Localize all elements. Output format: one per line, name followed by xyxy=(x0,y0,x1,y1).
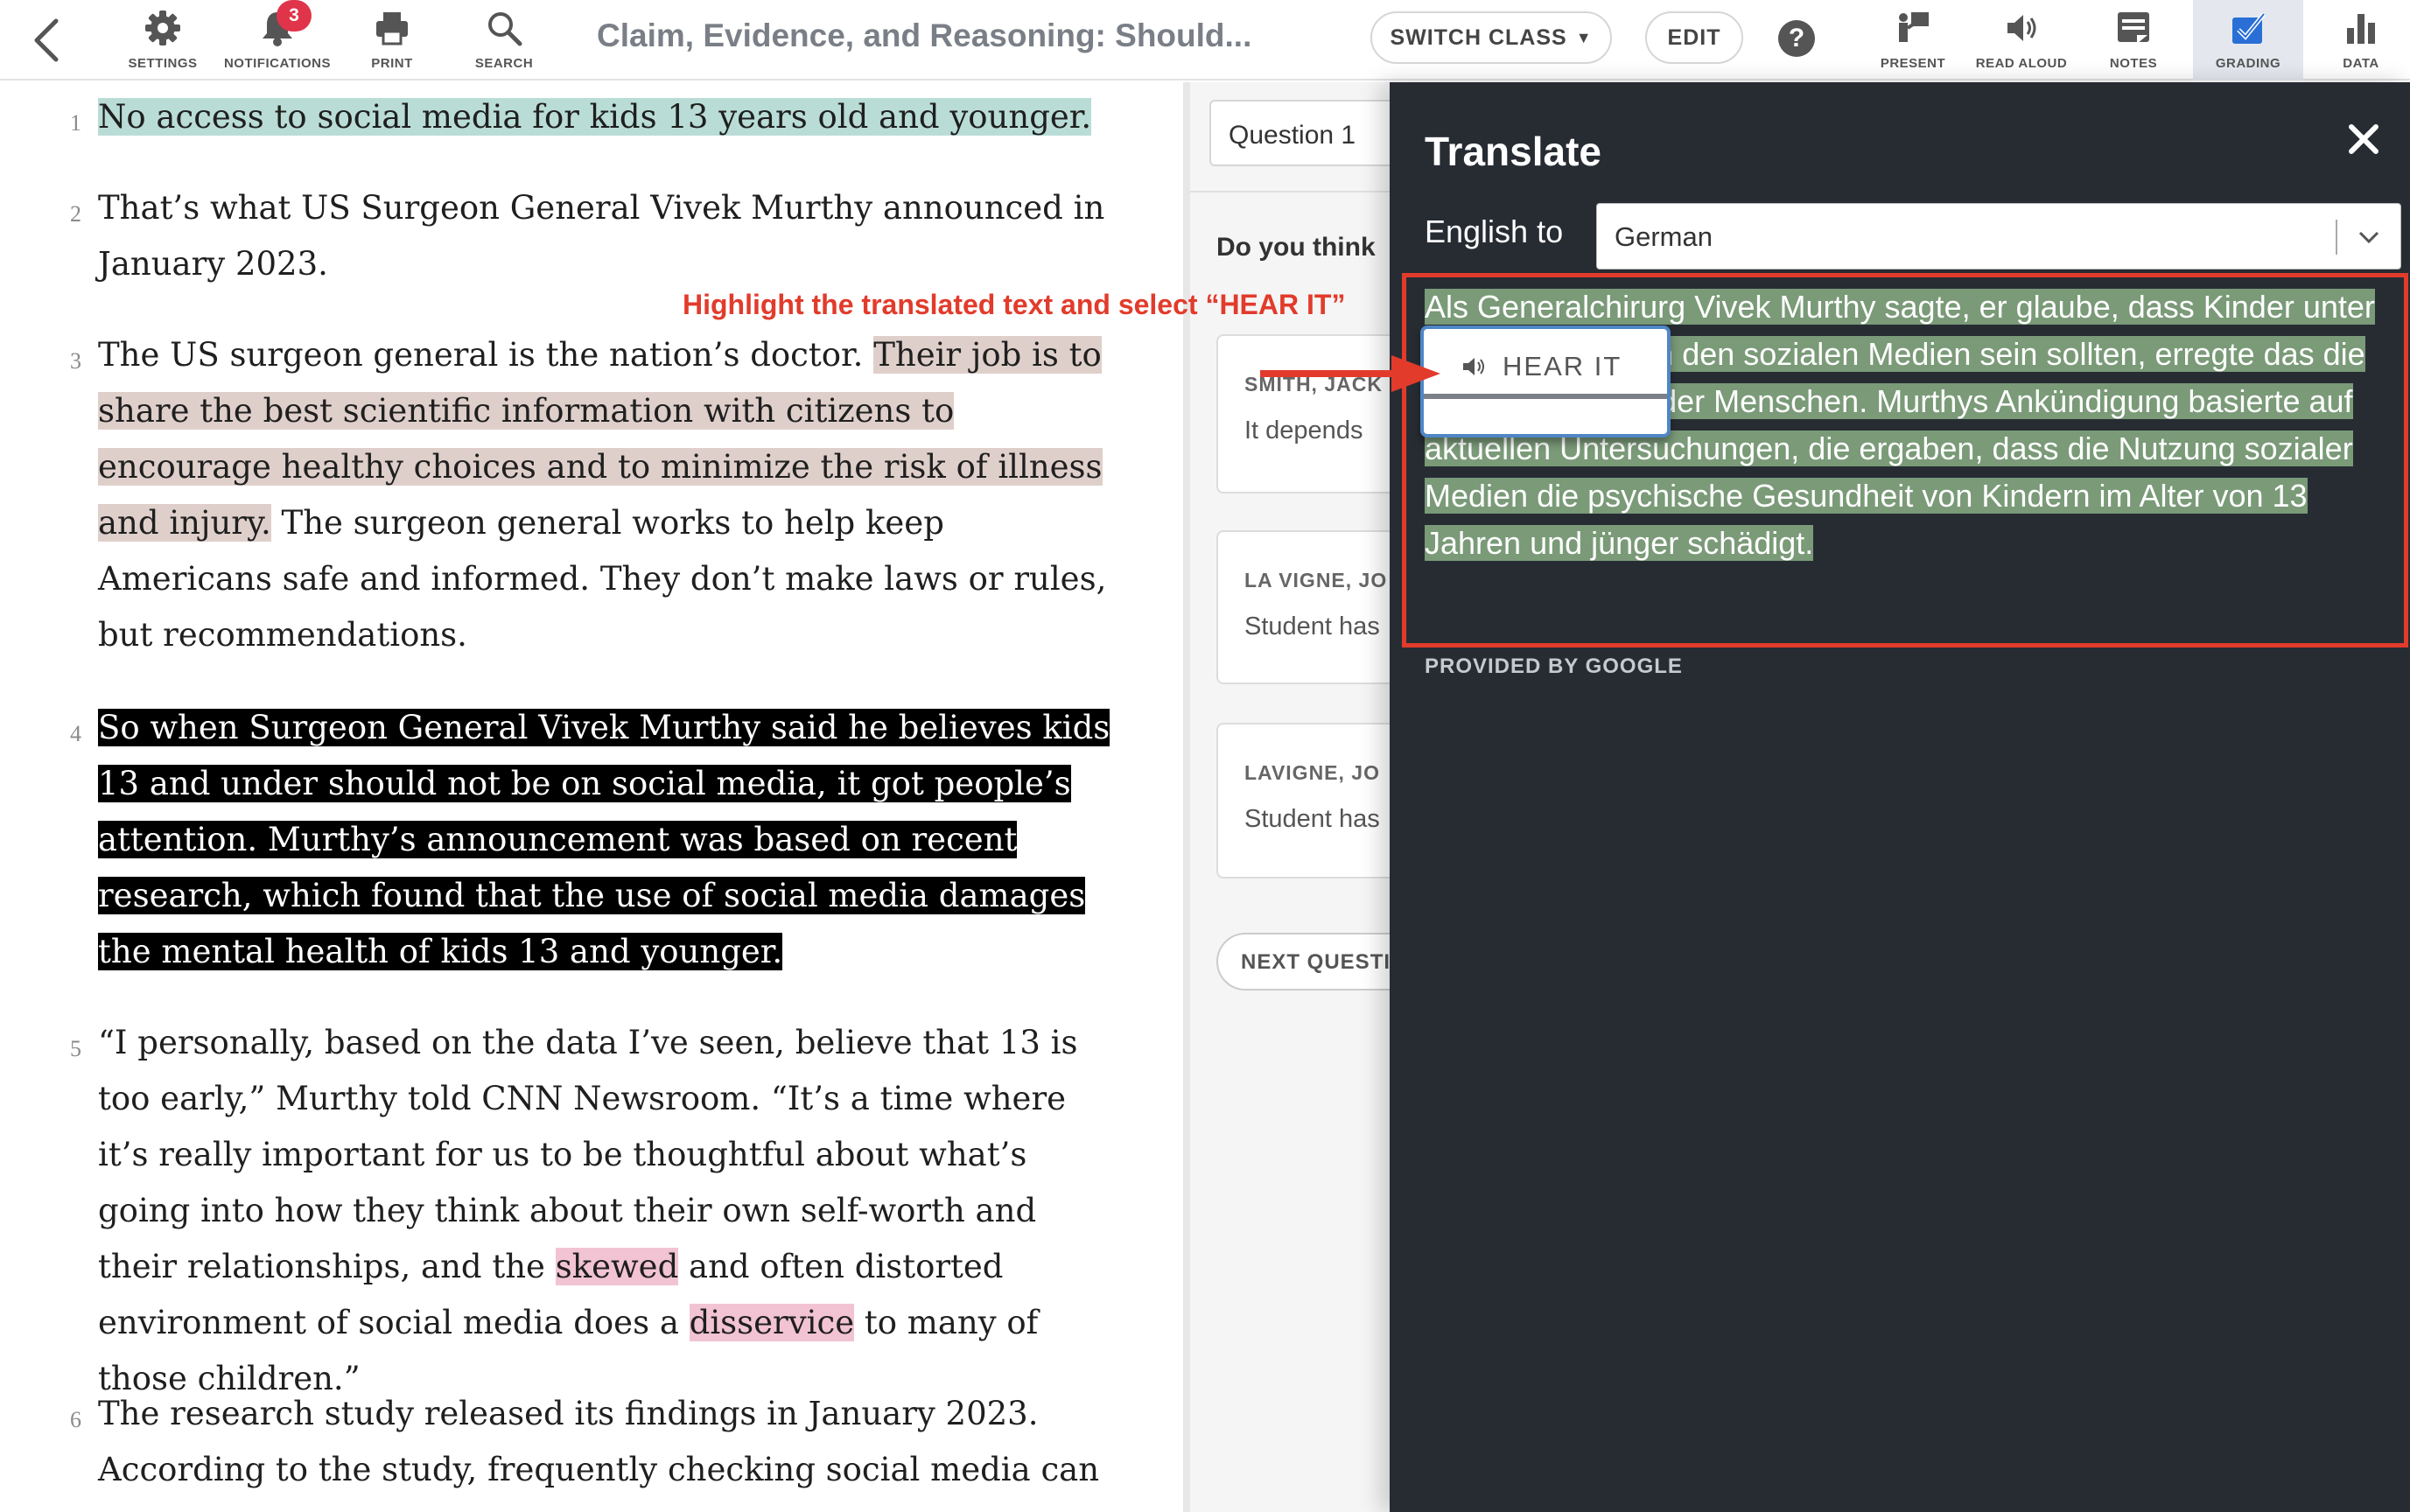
close-button[interactable] xyxy=(2340,116,2387,163)
chevron-down-icon xyxy=(2351,220,2386,255)
student-name: LAVIGNE, JO xyxy=(1244,761,1380,784)
selected-language: German xyxy=(1615,221,1713,252)
paragraph-1[interactable]: No access to social media for kids 13 ye… xyxy=(98,89,1113,145)
notes-button[interactable]: NOTES xyxy=(2091,0,2175,80)
settings-label: SETTINGS xyxy=(128,56,198,71)
question-select[interactable]: Question 1 xyxy=(1209,100,1391,166)
paragraph-text: That’s what US Surgeon General Vivek Mur… xyxy=(98,189,1105,283)
hear-it-content: HEAR IT xyxy=(1424,340,1667,399)
highlight-pink[interactable]: disservice xyxy=(689,1304,855,1341)
presenter-icon xyxy=(1892,7,1934,49)
highlight-pink[interactable]: skewed xyxy=(555,1248,679,1285)
switch-class-label: SWITCH CLASS xyxy=(1390,24,1567,50)
notifications-label: NOTIFICATIONS xyxy=(223,56,332,71)
print-button[interactable]: PRINT xyxy=(354,0,431,80)
search-label: SEARCH xyxy=(474,56,534,71)
speaker-icon xyxy=(2000,7,2042,49)
highlight-green[interactable]: No access to social media for kids 13 ye… xyxy=(98,98,1092,136)
paragraph-text: “I personally, based on the data I’ve se… xyxy=(98,1024,1078,1285)
paragraph-5[interactable]: “I personally, based on the data I’ve se… xyxy=(98,1015,1113,1407)
student-response-card[interactable]: LAVIGNE, JO Student has xyxy=(1216,723,1391,878)
target-language-select[interactable]: German xyxy=(1596,203,2401,270)
notes-label: NOTES xyxy=(2109,56,2158,71)
page-title: Claim, Evidence, and Reasoning: Should..… xyxy=(597,18,1252,53)
search-button[interactable]: SEARCH xyxy=(466,0,543,80)
next-question-button[interactable]: NEXT QUESTI xyxy=(1216,933,1391,990)
read-aloud-button[interactable]: READ ALOUD xyxy=(1971,0,2072,80)
student-name: LA VIGNE, JO xyxy=(1244,569,1388,592)
data-label: DATA xyxy=(2343,56,2379,71)
bar-chart-icon xyxy=(2340,7,2382,49)
notification-count-badge: 3 xyxy=(277,0,312,32)
paragraph-text: The US surgeon general is the nation’s d… xyxy=(98,336,874,374)
paragraph-number: 5 xyxy=(70,1036,81,1061)
back-button[interactable] xyxy=(30,18,65,63)
paragraph-number: 1 xyxy=(70,110,81,136)
panel-title: Translate xyxy=(1425,129,1601,174)
question-text: Do you think xyxy=(1216,233,1376,262)
caret-down-icon: ▼ xyxy=(1575,28,1593,46)
switch-class-button[interactable]: SWITCH CLASS ▼ xyxy=(1370,11,1612,64)
print-label: PRINT xyxy=(371,56,413,71)
search-icon xyxy=(483,7,525,49)
arrow-right-icon xyxy=(1260,355,1440,392)
student-response: It depends xyxy=(1244,416,1363,444)
close-icon xyxy=(2349,124,2378,154)
speaker-icon xyxy=(1463,358,1484,375)
settings-button[interactable]: SETTINGS xyxy=(121,0,205,80)
present-button[interactable]: PRESENT xyxy=(1871,0,1955,80)
select-separator xyxy=(2336,220,2337,255)
printer-icon xyxy=(371,7,413,49)
translate-panel: Translate English to German Als Generalc… xyxy=(1390,82,2410,1512)
grading-tab[interactable]: GRADING xyxy=(2193,0,2303,80)
notes-icon xyxy=(2112,7,2154,49)
data-button[interactable]: DATA xyxy=(2319,0,2403,80)
top-toolbar: SETTINGS NOTIFICATIONS 3 PRINT SEARCH Cl… xyxy=(0,0,2410,80)
student-response-card[interactable]: LA VIGNE, JO Student has xyxy=(1216,530,1391,684)
paragraph-4[interactable]: So when Surgeon General Vivek Murthy sai… xyxy=(98,700,1113,980)
divider xyxy=(1190,191,1391,192)
hear-it-label: HEAR IT xyxy=(1503,351,1622,382)
present-label: PRESENT xyxy=(1880,56,1946,71)
paragraph-text: The research study released its findings… xyxy=(98,1395,1100,1488)
paragraph-2[interactable]: That’s what US Surgeon General Vivek Mur… xyxy=(98,180,1113,292)
paragraph-number: 4 xyxy=(70,721,81,746)
edit-button[interactable]: EDIT xyxy=(1645,11,1743,64)
source-language-label: English to xyxy=(1425,214,1564,249)
provider-attribution: PROVIDED BY GOOGLE xyxy=(1425,654,1683,678)
read-aloud-label: READ ALOUD xyxy=(1975,56,2068,71)
student-response: Student has xyxy=(1244,805,1380,833)
annotation-text: Highlight the translated text and select… xyxy=(683,289,1346,320)
student-response: Student has xyxy=(1244,612,1380,640)
gear-icon xyxy=(142,7,184,49)
paragraph-number: 6 xyxy=(70,1407,81,1432)
selected-text[interactable]: So when Surgeon General Vivek Murthy sai… xyxy=(98,709,1110,970)
grading-label: GRADING xyxy=(2215,56,2281,71)
paragraph-number: 3 xyxy=(70,348,81,374)
paragraph-3[interactable]: The US surgeon general is the nation’s d… xyxy=(98,327,1113,663)
chevron-left-icon xyxy=(34,18,59,62)
paragraph-6[interactable]: The research study released its findings… xyxy=(98,1386,1113,1498)
hear-it-button[interactable]: HEAR IT xyxy=(1420,326,1671,438)
help-button[interactable]: ? xyxy=(1778,20,1815,57)
grading-check-icon xyxy=(2227,7,2269,49)
paragraph-number: 2 xyxy=(70,201,81,227)
